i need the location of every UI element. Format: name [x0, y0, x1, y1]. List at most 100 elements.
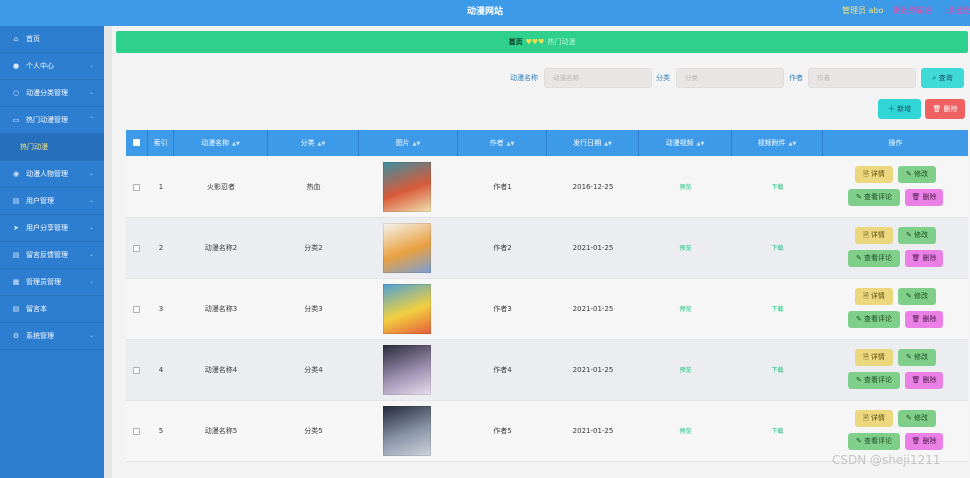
sidebar-item-admins[interactable]: ▦ 管理员管理 ⌄ — [0, 269, 104, 296]
home-icon: ⌂ — [13, 35, 19, 43]
sidebar-subitem-hot-anime[interactable]: 热门动漫 — [0, 134, 104, 161]
delete-button[interactable]: 🗑 删除 — [905, 372, 943, 389]
name-filter-input[interactable]: 动漫名称 — [544, 68, 652, 88]
cell-date: 2016-12-25 — [572, 183, 614, 191]
delete-button[interactable]: 🗑 删除 — [905, 250, 943, 267]
cell-author: 作者3 — [493, 305, 512, 313]
col-label: 图片 — [395, 139, 410, 147]
cell-name: 动漫名称4 — [204, 366, 238, 374]
edit-button[interactable]: ✎ 修改 — [898, 288, 936, 305]
edit-button[interactable]: ✎ 修改 — [898, 227, 936, 244]
cell-attachment[interactable]: 下载 — [732, 279, 823, 340]
row-checkbox[interactable] — [133, 184, 140, 191]
col-author[interactable]: 作者 ▲▼ — [458, 130, 547, 156]
cell-video[interactable]: 预览 — [639, 157, 732, 218]
sidebar-item-label: 个人中心 — [26, 62, 54, 70]
col-image[interactable]: 图片 ▲▼ — [359, 130, 458, 156]
col-video[interactable]: 动漫视频 ▲▼ — [639, 130, 732, 156]
cell-date: 2021-01-25 — [572, 427, 614, 435]
select-all-cell[interactable] — [126, 130, 148, 156]
cell-video[interactable]: 预览 — [639, 279, 732, 340]
row-checkbox[interactable] — [133, 306, 140, 313]
edit-button[interactable]: ✎ 修改 — [898, 349, 936, 366]
chevron-down-icon: ⌄ — [88, 332, 94, 339]
detail-button[interactable]: 🗎 详情 — [855, 166, 893, 183]
anime-thumbnail — [383, 406, 431, 456]
detail-button[interactable]: 🗎 详情 — [855, 288, 893, 305]
cell-index: 5 — [158, 427, 164, 435]
view-comments-button[interactable]: ✎ 查看评论 — [848, 372, 900, 389]
add-button[interactable]: ＋ 新增 — [878, 99, 921, 119]
cell-attachment[interactable]: 下载 — [732, 340, 823, 401]
detail-button[interactable]: 🗎 详情 — [855, 349, 893, 366]
sidebar-item-category[interactable]: ○ 动漫分类管理 ⌄ — [0, 80, 104, 107]
watermark: CSDN @sheji1211 — [832, 453, 941, 467]
col-label: 视频附件 — [757, 139, 786, 147]
sort-icon: ▲▼ — [412, 141, 421, 147]
col-attachment[interactable]: 视频附件 ▲▼ — [732, 130, 823, 156]
detail-button[interactable]: 🗎 详情 — [855, 227, 893, 244]
col-date[interactable]: 发行日期 ▲▼ — [547, 130, 639, 156]
doc-icon: ▤ — [12, 251, 20, 259]
cell-attachment[interactable]: 下载 — [732, 218, 823, 279]
chevron-down-icon: ⌄ — [88, 224, 94, 231]
exit-to-frontend-link[interactable]: 退出到前台 — [893, 0, 933, 22]
cell-video[interactable]: 预览 — [639, 401, 732, 462]
row-checkbox[interactable] — [133, 428, 140, 435]
sidebar-item-share[interactable]: ➤ 用户分享管理 ⌄ — [0, 215, 104, 242]
cell-video[interactable]: 预览 — [639, 340, 732, 401]
col-name[interactable]: 动漫名称 ▲▼ — [174, 130, 268, 156]
edit-button[interactable]: ✎ 修改 — [898, 166, 936, 183]
cell-video[interactable]: 预览 — [639, 218, 732, 279]
cell-name: 火影忍者 — [207, 183, 235, 191]
batch-delete-button[interactable]: 🗑 删除 — [925, 99, 965, 119]
col-actions: 操作 — [823, 130, 968, 156]
breadcrumb-home[interactable]: 首页 — [509, 38, 523, 46]
cell-category: 分类5 — [304, 427, 323, 435]
row-checkbox[interactable] — [133, 367, 140, 374]
row-checkbox[interactable] — [133, 245, 140, 252]
sidebar-item-characters[interactable]: ◉ 动漫人物管理 ⌄ — [0, 161, 104, 188]
col-label: 发行日期 — [573, 139, 602, 147]
delete-button[interactable]: 🗑 删除 — [905, 311, 943, 328]
detail-button[interactable]: 🗎 详情 — [855, 410, 893, 427]
cell-author: 作者5 — [493, 427, 512, 435]
author-filter-label: 作者 — [789, 74, 803, 82]
category-filter-input[interactable]: 分类 — [676, 68, 784, 88]
book-icon: ▭ — [12, 116, 20, 124]
sidebar-item-guestbook[interactable]: ▤ 留言本 — [0, 296, 104, 323]
edit-button[interactable]: ✎ 修改 — [898, 410, 936, 427]
cell-attachment[interactable]: 下载 — [732, 157, 823, 218]
author-filter-input[interactable]: 作者 — [808, 68, 916, 88]
view-comments-button[interactable]: ✎ 查看评论 — [848, 189, 900, 206]
anime-thumbnail — [383, 345, 431, 395]
col-category[interactable]: 分类 ▲▼ — [268, 130, 359, 156]
sidebar-item-system[interactable]: ⚙ 系统管理 ⌄ — [0, 323, 104, 350]
sidebar-item-label: 留言本 — [26, 305, 47, 313]
sidebar-item-label: 热门动漫 — [20, 143, 48, 151]
delete-button[interactable]: 🗑 删除 — [905, 189, 943, 206]
sidebar: ⌂ 首页 ● 个人中心 ⌄ ○ 动漫分类管理 ⌄ ▭ 热门动漫管理 ⌃ 热门动漫 ◉ 动漫人物管… — [0, 26, 104, 478]
cell-author: 作者4 — [493, 366, 512, 374]
view-comments-button[interactable]: ✎ 查看评论 — [848, 433, 900, 450]
sidebar-item-hot-anime[interactable]: ▭ 热门动漫管理 ⌃ — [0, 107, 104, 134]
anime-thumbnail — [383, 284, 431, 334]
select-all-checkbox[interactable] — [133, 139, 140, 146]
chevron-down-icon: ⌄ — [88, 170, 94, 177]
delete-button[interactable]: 🗑 删除 — [905, 433, 943, 450]
breadcrumb-current: 热门动漫 — [547, 38, 576, 46]
sidebar-item-feedback[interactable]: ▤ 留言反馈管理 ⌄ — [0, 242, 104, 269]
sidebar-item-profile[interactable]: ● 个人中心 ⌄ — [0, 53, 104, 80]
table-header: 索引 动漫名称 ▲▼ 分类 ▲▼ 图片 ▲▼ 作者 ▲▼ 发行日期 ▲▼ 动漫视频 ▲▼ 视… — [126, 130, 968, 156]
table-row: 3 动漫名称3 分类3 作者3 2021-01-25 预览 下载 🗎 详情 ✎ 修改 ✎ 查看评论… — [126, 279, 968, 340]
sidebar-item-home[interactable]: ⌂ 首页 — [0, 26, 104, 53]
send-icon: ➤ — [13, 224, 19, 232]
query-button[interactable]: ⌕ 查询 — [921, 68, 964, 88]
logout-link[interactable]: 退出登录 — [946, 0, 970, 22]
view-comments-button[interactable]: ✎ 查看评论 — [848, 311, 900, 328]
sidebar-item-users[interactable]: ▤ 用户管理 ⌄ — [0, 188, 104, 215]
sidebar-item-label: 用户分享管理 — [26, 224, 68, 232]
sidebar-item-label: 首页 — [26, 35, 40, 43]
view-comments-button[interactable]: ✎ 查看评论 — [848, 250, 900, 267]
cell-attachment[interactable]: 下载 — [732, 401, 823, 462]
